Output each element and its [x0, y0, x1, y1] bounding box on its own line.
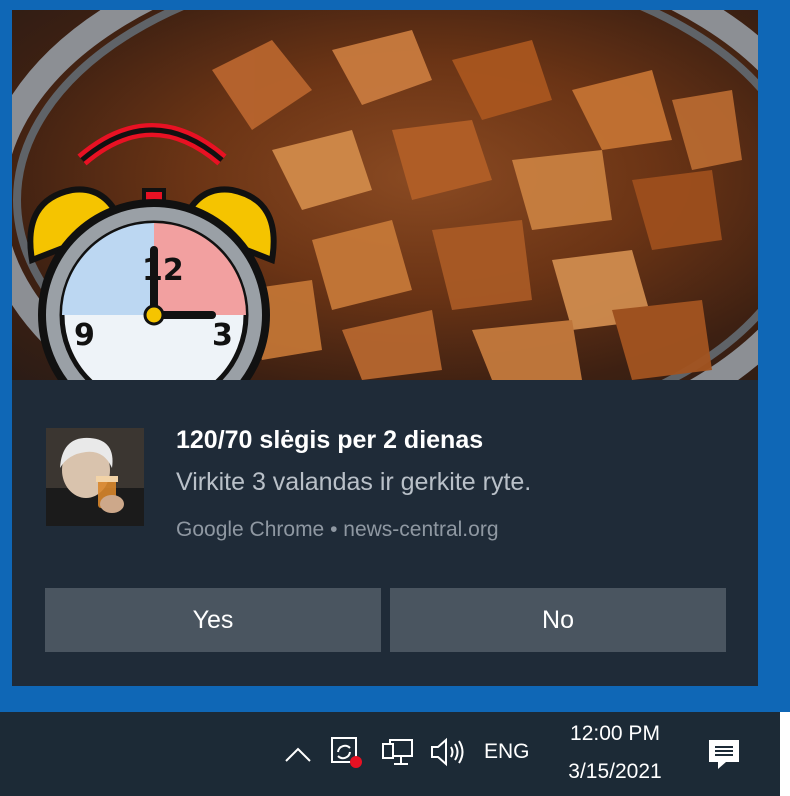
notification-message: Virkite 3 valandas ir gerkite ryte.: [176, 468, 532, 496]
notification-hero-image: 12 9 3: [12, 10, 758, 380]
yes-button[interactable]: Yes: [45, 588, 381, 652]
clock-date[interactable]: 3/15/2021: [556, 760, 674, 784]
sync-app-icon[interactable]: [328, 734, 364, 770]
volume-icon[interactable]: [428, 734, 468, 770]
clock-time[interactable]: 12:00 PM: [560, 722, 670, 746]
taskbar: ENG 12:00 PM 3/15/2021: [0, 712, 780, 796]
no-button[interactable]: No: [390, 588, 726, 652]
chevron-up-icon[interactable]: [283, 740, 313, 768]
notification-toast[interactable]: 12 9 3 120/70 slėgis per 2 dienas Virkit…: [12, 10, 758, 686]
action-center-icon[interactable]: [704, 734, 744, 774]
svg-text:3: 3: [212, 318, 233, 353]
language-indicator[interactable]: ENG: [484, 740, 530, 764]
notification-attribution: Google Chrome • news-central.org: [176, 518, 499, 541]
notification-title: 120/70 slėgis per 2 dienas: [176, 426, 484, 454]
screen-edge: [780, 712, 790, 796]
network-icon[interactable]: [380, 734, 416, 770]
svg-text:12: 12: [142, 253, 184, 288]
alarm-clock-icon: 12 9 3: [27, 123, 277, 380]
svg-text:9: 9: [74, 318, 95, 353]
notification-avatar: [46, 428, 144, 526]
